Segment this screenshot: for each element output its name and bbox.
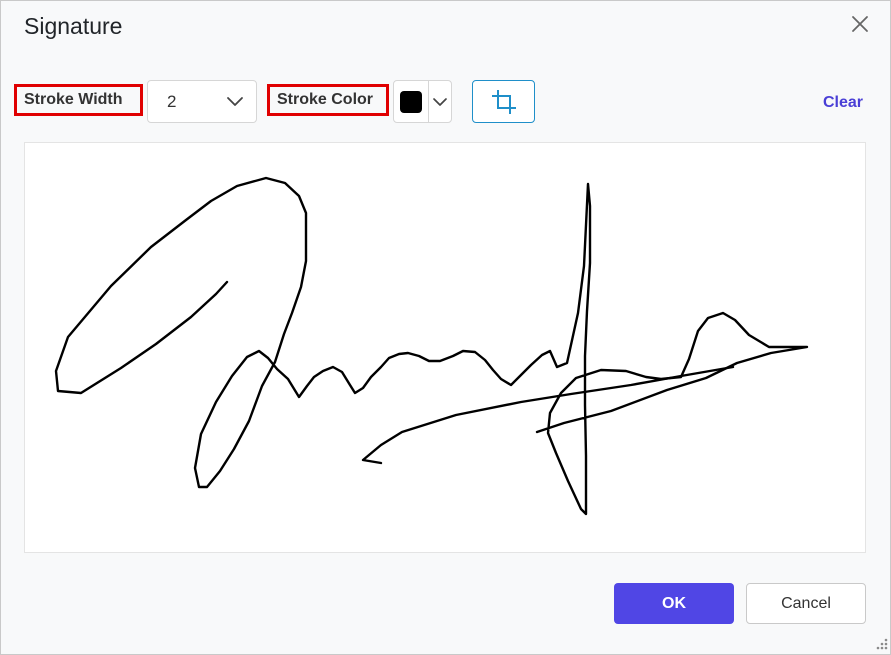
color-swatch (400, 91, 422, 113)
signature-stroke-main (54, 176, 809, 516)
crop-icon (492, 90, 516, 114)
chevron-down-icon (433, 98, 447, 106)
clear-button[interactable]: Clear (823, 93, 863, 113)
stroke-width-select[interactable]: 2 (147, 80, 257, 123)
stroke-color-label: Stroke Color (267, 84, 389, 116)
resize-grip-icon[interactable] (873, 637, 889, 653)
close-icon (852, 16, 868, 32)
dialog-title: Signature (24, 13, 123, 39)
ok-button[interactable]: OK (614, 583, 734, 624)
chevron-down-icon (227, 97, 243, 106)
stroke-width-label: Stroke Width (14, 84, 143, 116)
stroke-width-value: 2 (167, 92, 177, 111)
stroke-color-picker[interactable] (393, 80, 452, 123)
cancel-button[interactable]: Cancel (746, 583, 866, 624)
color-picker-divider (428, 81, 429, 122)
signature-drawing (54, 176, 809, 516)
signature-dialog: Signature Stroke Width 2 Stroke Color Cl… (0, 0, 891, 655)
close-button[interactable] (847, 11, 873, 37)
signature-stroke-swoosh (361, 365, 735, 465)
signature-canvas[interactable] (24, 142, 866, 553)
crop-button[interactable] (472, 80, 535, 123)
